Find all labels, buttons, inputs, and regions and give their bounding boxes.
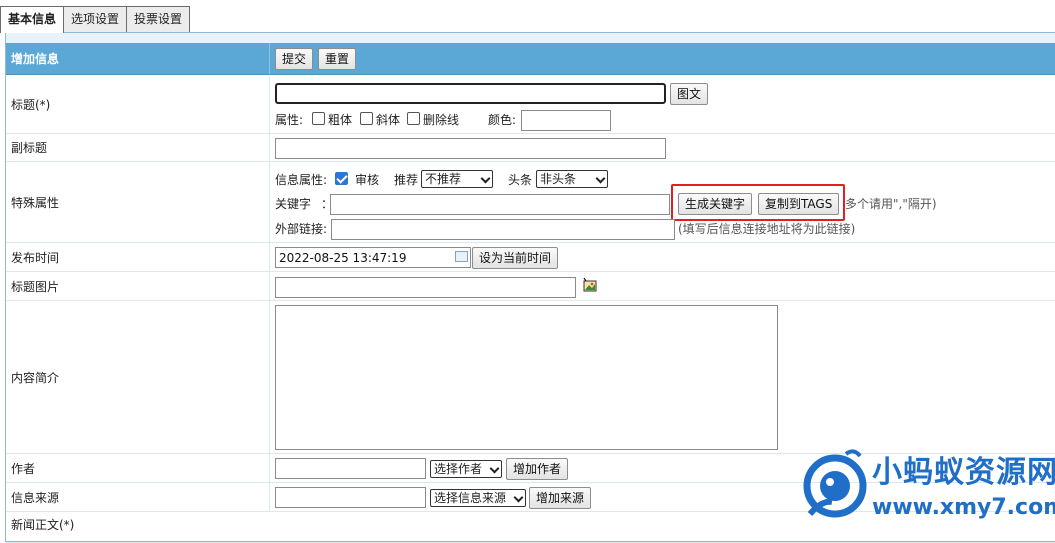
source-select-value: 选择信息来源 [434,491,507,505]
form-header: 增加信息 提交 重置 [6,43,1055,75]
italic-label: 斜体 [376,113,401,127]
body-label: 新闻正文(*) [11,518,75,532]
chevron-down-icon [489,463,500,474]
ant-logo-icon [803,449,867,518]
image-text-button[interactable]: 图文 [670,83,709,105]
header-strip [6,33,1055,43]
subtitle-label: 副标题 [6,134,270,161]
author-input[interactable] [275,458,426,479]
copy-to-tags-button[interactable]: 复制到TAGS [758,193,840,215]
subtitle-row: 副标题 [6,134,1055,162]
author-label: 作者 [6,454,270,482]
summary-label: 内容简介 [6,301,270,453]
title-image-input[interactable] [275,277,576,298]
subtitle-input[interactable] [275,138,666,159]
summary-row: 内容简介 [6,301,1055,454]
source-input[interactable] [275,487,426,508]
special-attr-label: 特殊属性 [6,162,270,242]
summary-textarea[interactable] [275,305,778,450]
recommend-select-value: 不推荐 [425,172,462,186]
author-select-value: 选择作者 [434,462,483,476]
set-current-time-button[interactable]: 设为当前时间 [472,247,559,269]
keyword-hint: 多个请用","隔开) [845,197,937,211]
source-select[interactable]: 选择信息来源 [430,489,526,507]
submit-button[interactable]: 提交 [275,48,314,70]
tab-options[interactable]: 选项设置 [63,6,128,32]
title-input[interactable] [275,83,666,104]
external-link-hint: (填写后信息连接地址将为此链接) [678,222,856,236]
title-image-row: 标题图片 [6,272,1055,301]
external-link-label: 外部链接: [275,222,328,236]
chevron-down-icon [513,492,524,503]
tab-vote[interactable]: 投票设置 [126,6,191,32]
image-picker-icon[interactable] [583,277,597,292]
keyword-input[interactable] [330,194,670,215]
headline-label: 头条 [508,173,533,187]
chevron-down-icon [595,173,606,184]
publish-time-input[interactable] [275,247,471,268]
tab-bar: 基本信息 选项设置 投票设置 [0,6,191,33]
author-select[interactable]: 选择作者 [430,460,502,478]
form-title: 增加信息 [6,43,270,74]
chevron-down-icon [480,173,491,184]
keyword-label: 关键字 [275,197,312,211]
recommend-select[interactable]: 不推荐 [421,170,493,188]
publish-time-row: 发布时间 设为当前时间 [6,243,1055,272]
watermark: 小蚂蚁资源网 www.xmy7.com [800,448,1055,534]
tab-basic-info[interactable]: 基本信息 [0,6,65,33]
add-author-button[interactable]: 增加作者 [506,458,569,480]
watermark-brand: 小蚂蚁资源网 [872,455,1055,490]
color-input[interactable] [521,110,611,131]
publish-time-label: 发布时间 [6,243,270,271]
source-label: 信息来源 [6,483,270,511]
review-checkbox[interactable] [335,172,348,185]
strike-checkbox[interactable] [407,112,420,125]
info-attr-label: 信息属性: [275,173,328,187]
strike-label: 删除线 [423,113,460,127]
add-source-button[interactable]: 增加来源 [529,487,592,509]
title-label: 标题(*) [6,76,270,133]
italic-checkbox[interactable] [360,112,373,125]
attr-label: 属性: [275,113,304,127]
reset-button[interactable]: 重置 [318,48,357,70]
special-attr-row: 特殊属性 信息属性: 审核 推荐 不推荐 头条 非头条 关键字 ： 生成关键字 … [6,162,1055,243]
watermark-url: www.xmy7.com [872,495,1055,520]
title-row: 标题(*) 图文 属性: 粗体 斜体 删除线 颜色: [6,76,1055,134]
headline-select-value: 非头条 [540,172,577,186]
title-image-label: 标题图片 [6,272,270,300]
recommend-label: 推荐 [394,173,419,187]
color-label: 颜色: [488,113,517,127]
calendar-icon[interactable] [455,251,468,262]
external-link-input[interactable] [331,219,675,240]
bold-label: 粗体 [328,113,353,127]
headline-select[interactable]: 非头条 [536,170,608,188]
generate-keyword-button[interactable]: 生成关键字 [678,193,753,215]
review-label: 审核 [355,173,380,187]
bold-checkbox[interactable] [312,112,325,125]
